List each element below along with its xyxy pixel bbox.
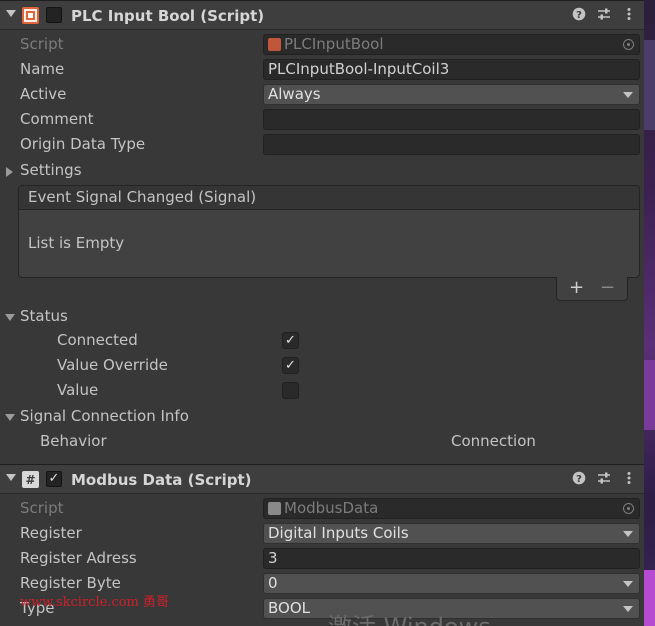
register-byte-dropdown[interactable]: 0 (263, 573, 640, 594)
csharp-script-icon: # (22, 471, 39, 488)
event-list-buttons: + − (556, 277, 628, 301)
signal-connection-info-label: Signal Connection Info (20, 407, 189, 425)
status-foldout[interactable]: Status (0, 305, 644, 329)
chevron-down-icon (623, 531, 633, 537)
register-adress-row: Register Adress 3 (0, 547, 644, 571)
register-dropdown[interactable]: Digital Inputs Coils (263, 523, 640, 544)
modbus-script-object-field[interactable]: ModbusData (263, 498, 640, 519)
list-empty-text: List is Empty (28, 234, 125, 252)
name-row: Name PLCInputBool-InputCoil3 (0, 58, 644, 82)
svg-text:?: ? (576, 474, 582, 485)
watermark-text: www.skcircle.com 勇哥 (20, 595, 170, 610)
origin-data-type-label: Origin Data Type (20, 135, 146, 153)
comment-row: Comment (0, 108, 644, 132)
value-override-checkbox[interactable]: ✓ (282, 357, 299, 374)
register-row: Register Digital Inputs Coils (0, 522, 644, 546)
value-checkbox[interactable] (282, 382, 299, 399)
register-dropdown-value: Digital Inputs Coils (268, 524, 409, 542)
presets-icon[interactable] (596, 471, 612, 487)
object-picker-icon[interactable] (623, 503, 634, 514)
register-byte-dropdown-value: 0 (268, 574, 278, 592)
plc-script-icon (268, 38, 281, 51)
origin-data-type-input[interactable] (263, 134, 640, 155)
signal-connection-info-foldout[interactable]: Signal Connection Info (0, 405, 644, 429)
register-adress-input[interactable]: 3 (263, 548, 640, 569)
help-icon[interactable]: ? (571, 7, 587, 23)
background-desktop-strip (644, 0, 655, 626)
object-picker-icon[interactable] (623, 39, 634, 50)
background-shape (644, 570, 655, 626)
background-shape (644, 360, 655, 430)
event-list-header: Event Signal Changed (Signal) (19, 186, 639, 210)
foldout-right-icon[interactable] (6, 167, 13, 177)
value-override-label: Value Override (57, 356, 168, 374)
register-adress-label: Register Adress (20, 549, 137, 567)
script-label: Script (20, 35, 64, 53)
modbus-component-title: Modbus Data (Script) (71, 471, 252, 489)
chevron-down-icon (623, 92, 633, 98)
script-object-field[interactable]: PLCInputBool (263, 34, 640, 55)
plc-component-title: PLC Input Bool (Script) (71, 7, 265, 25)
add-event-button[interactable]: + (569, 277, 584, 298)
active-label: Active (20, 85, 67, 103)
modbus-component-header[interactable]: # ✓ Modbus Data (Script) ? (0, 464, 644, 494)
active-dropdown-value: Always (268, 85, 321, 103)
foldout-down-icon[interactable] (5, 314, 15, 321)
inspector-panel: PLC Input Bool (Script) ? Script PLCInpu… (0, 0, 644, 626)
chevron-down-icon (623, 606, 633, 612)
chevron-down-icon (623, 581, 633, 587)
svg-text:?: ? (576, 10, 582, 21)
register-byte-label: Register Byte (20, 574, 121, 592)
connected-label: Connected (57, 331, 138, 349)
settings-foldout[interactable]: Settings (0, 159, 644, 183)
foldout-arrow-icon[interactable] (6, 10, 16, 17)
background-shape (644, 40, 655, 130)
connected-row: Connected ✓ (0, 329, 644, 353)
script-label: Script (20, 499, 64, 517)
active-row: Active Always (0, 83, 644, 107)
register-label: Register (20, 524, 82, 542)
plc-script-row: Script PLCInputBool (0, 33, 644, 57)
plc-enabled-checkbox[interactable] (46, 7, 62, 23)
comment-input[interactable] (263, 109, 640, 130)
modbus-script-object-value: ModbusData (284, 499, 379, 517)
value-row: Value (0, 379, 644, 403)
activate-windows-text: 激活 Windows (328, 607, 491, 626)
value-override-row: Value Override ✓ (0, 354, 644, 378)
plc-component-header[interactable]: PLC Input Bool (Script) ? (0, 0, 644, 30)
foldout-down-icon[interactable] (5, 414, 15, 421)
type-dropdown-value: BOOL (268, 599, 310, 617)
origin-data-type-row: Origin Data Type (0, 133, 644, 157)
plc-script-icon (22, 7, 39, 24)
modbus-enabled-checkbox[interactable]: ✓ (46, 471, 62, 487)
modbus-script-row: Script ModbusData (0, 497, 644, 521)
connection-column-label: Connection (451, 432, 536, 450)
behavior-column-label: Behavior (40, 432, 107, 450)
kebab-menu-icon[interactable] (621, 471, 637, 487)
name-label: Name (20, 60, 65, 78)
status-label: Status (20, 307, 68, 325)
svg-text:#: # (25, 473, 35, 487)
help-icon[interactable]: ? (571, 471, 587, 487)
kebab-menu-icon[interactable] (621, 7, 637, 23)
presets-icon[interactable] (596, 7, 612, 23)
foldout-arrow-icon[interactable] (6, 474, 16, 481)
script-object-value: PLCInputBool (284, 35, 384, 53)
inspector-root: PLC Input Bool (Script) ? Script PLCInpu… (0, 0, 655, 626)
active-dropdown[interactable]: Always (263, 84, 640, 105)
signal-info-columns: Behavior Connection (0, 430, 644, 454)
settings-label: Settings (20, 161, 82, 179)
comment-label: Comment (20, 110, 94, 128)
value-label: Value (57, 381, 99, 399)
event-signal-changed-list: Event Signal Changed (Signal) List is Em… (18, 185, 640, 278)
connected-checkbox[interactable]: ✓ (282, 332, 299, 349)
name-input[interactable]: PLCInputBool-InputCoil3 (263, 59, 640, 80)
csharp-script-icon (268, 502, 281, 515)
remove-event-button[interactable]: − (600, 277, 615, 298)
